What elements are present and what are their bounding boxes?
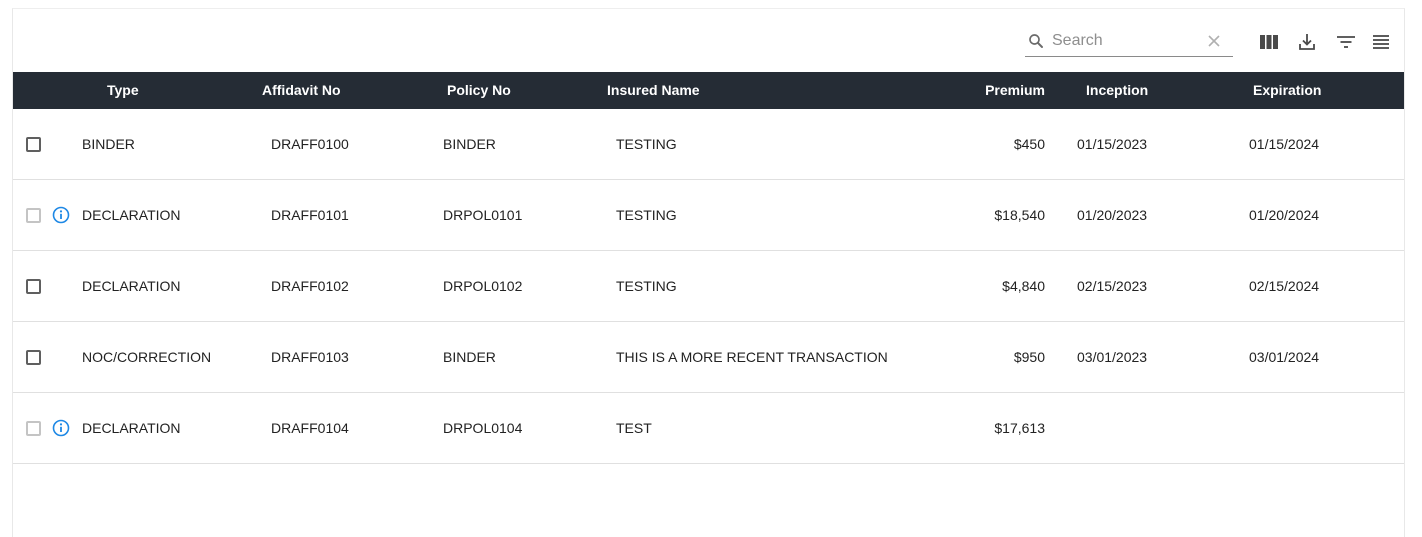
cell-type: NOC/CORRECTION	[82, 349, 212, 365]
table-row[interactable]: NOC/CORRECTION DRAFF0103 BINDER THIS IS …	[13, 322, 1404, 393]
table-header: Type Affidavit No Policy No Insured Name…	[13, 72, 1404, 109]
row-checkbox[interactable]	[26, 279, 41, 294]
cell-premium: $950	[1013, 349, 1045, 365]
cell-inception: 01/20/2023	[1077, 207, 1148, 223]
cell-type: DECLARATION	[82, 278, 181, 294]
cell-expiration: 01/20/2024	[1249, 207, 1320, 223]
table-body: BINDER DRAFF0100 BINDER TESTING $450 01/…	[13, 109, 1404, 464]
cell-inception: 03/01/2023	[1077, 349, 1148, 365]
cell-expiration: 02/15/2024	[1249, 278, 1320, 294]
cell-affidavit-no: DRAFF0104	[271, 420, 349, 436]
cell-insured-name: TESTING	[616, 207, 677, 223]
column-header-policy-no[interactable]: Policy No	[447, 72, 511, 109]
column-header-premium[interactable]: Premium	[945, 72, 1045, 109]
column-header-expiration[interactable]: Expiration	[1253, 72, 1321, 109]
download-icon[interactable]	[1294, 29, 1320, 55]
cell-expiration: 01/15/2024	[1249, 136, 1320, 152]
cell-policy-no: DRPOL0101	[443, 207, 523, 223]
table-row[interactable]: DECLARATION DRAFF0102 DRPOL0102 TESTING …	[13, 251, 1404, 322]
table-row[interactable]: DECLARATION DRAFF0101 DRPOL0101 TESTING …	[13, 180, 1404, 251]
cell-inception: 02/15/2023	[1077, 278, 1148, 294]
cell-type: BINDER	[82, 136, 135, 152]
search-input[interactable]	[1052, 30, 1202, 52]
data-table-panel: Type Affidavit No Policy No Insured Name…	[12, 8, 1405, 537]
cell-insured-name: TEST	[616, 420, 652, 436]
row-checkbox[interactable]	[26, 208, 41, 223]
filter-icon[interactable]	[1333, 29, 1359, 55]
info-icon[interactable]	[52, 419, 70, 437]
cell-affidavit-no: DRAFF0103	[271, 349, 349, 365]
cell-premium: $4,840	[1002, 278, 1045, 294]
cell-policy-no: DRPOL0104	[443, 420, 523, 436]
column-header-inception[interactable]: Inception	[1086, 72, 1148, 109]
cell-affidavit-no: DRAFF0102	[271, 278, 349, 294]
column-header-affidavit-no[interactable]: Affidavit No	[262, 72, 341, 109]
search-icon	[1027, 32, 1045, 55]
column-header-type[interactable]: Type	[107, 72, 139, 109]
cell-premium: $18,540	[994, 207, 1045, 223]
table-toolbar	[13, 9, 1404, 73]
row-checkbox[interactable]	[26, 350, 41, 365]
cell-premium: $17,613	[994, 420, 1045, 436]
cell-premium: $450	[1013, 136, 1045, 152]
cell-policy-no: DRPOL0102	[443, 278, 523, 294]
cell-policy-no: BINDER	[443, 349, 496, 365]
search-box[interactable]	[1025, 29, 1233, 57]
cell-policy-no: BINDER	[443, 136, 496, 152]
row-checkbox[interactable]	[26, 137, 41, 152]
cell-inception: 01/15/2023	[1077, 136, 1148, 152]
cell-insured-name: TESTING	[616, 278, 677, 294]
table-row[interactable]: DECLARATION DRAFF0104 DRPOL0104 TEST $17…	[13, 393, 1404, 464]
column-header-insured-name[interactable]: Insured Name	[607, 72, 700, 109]
table-row[interactable]: BINDER DRAFF0100 BINDER TESTING $450 01/…	[13, 109, 1404, 180]
cell-affidavit-no: DRAFF0100	[271, 136, 349, 152]
info-icon[interactable]	[52, 206, 70, 224]
cell-insured-name: THIS IS A MORE RECENT TRANSACTION	[616, 349, 888, 365]
cell-expiration: 03/01/2024	[1249, 349, 1320, 365]
columns-icon[interactable]	[1256, 29, 1282, 55]
cell-insured-name: TESTING	[616, 136, 677, 152]
cell-affidavit-no: DRAFF0101	[271, 207, 349, 223]
cell-type: DECLARATION	[82, 207, 181, 223]
row-checkbox[interactable]	[26, 421, 41, 436]
clear-search-icon[interactable]	[1207, 34, 1221, 53]
density-icon[interactable]	[1368, 29, 1394, 55]
cell-type: DECLARATION	[82, 420, 181, 436]
